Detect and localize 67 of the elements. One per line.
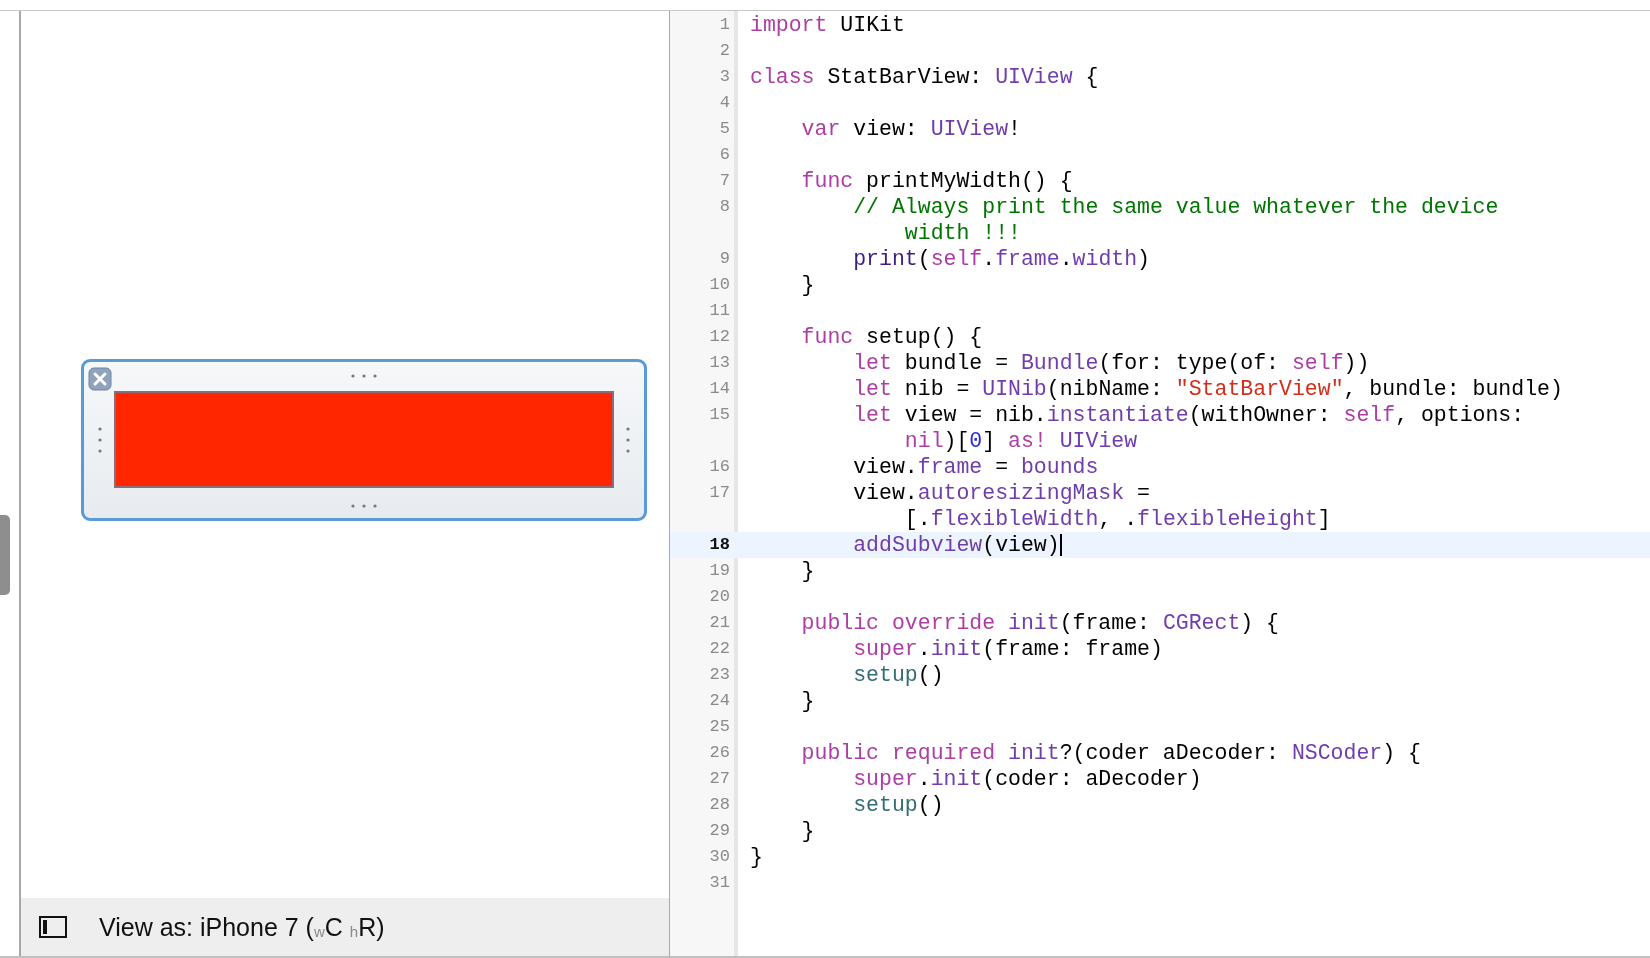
resize-handle-icon[interactable]	[351, 504, 377, 508]
view-frame[interactable]	[81, 359, 647, 521]
line-number: 28	[709, 795, 730, 814]
line-number: 7	[719, 171, 730, 190]
line-number: 12	[709, 327, 730, 346]
resize-handle-icon[interactable]	[626, 427, 630, 453]
line-number: 1	[719, 15, 730, 34]
line-number: 11	[709, 301, 730, 320]
code-line: class StatBarView: UIView {	[750, 64, 1099, 90]
code-line: func printMyWidth() {	[800, 168, 1073, 194]
line-number: 16	[709, 457, 730, 476]
code-line: [.flexibleWidth, .flexibleHeight]	[903, 506, 1331, 532]
line-number: 17	[709, 483, 730, 502]
code-line: // Always print the same value whatever the device	[852, 194, 1499, 220]
line-number: 9	[719, 249, 730, 268]
code-line: super.init(coder: aDecoder)	[852, 766, 1202, 792]
code-line: setup()	[852, 662, 944, 688]
code-line: print(self.frame.width)	[852, 246, 1150, 272]
code-line: func setup() {	[800, 324, 983, 350]
line-number: 31	[709, 873, 730, 892]
code-line: let view = nib.instantiate(withOwner: self, options:	[852, 402, 1525, 428]
line-number: 6	[719, 145, 730, 164]
line-number: 10	[709, 275, 730, 294]
line-number: 3	[719, 67, 730, 86]
code-line: var view: UIView!	[800, 116, 1021, 142]
line-number: 14	[709, 379, 730, 398]
code-line: }	[800, 688, 815, 714]
code-line: public override init(frame: CGRect) {	[800, 610, 1279, 636]
line-number: 4	[719, 93, 730, 112]
code-line: let bundle = Bundle(for: type(of: self))	[852, 350, 1370, 376]
code-line: view.autoresizingMask =	[852, 480, 1150, 506]
code-line: nil)[0] as! UIView	[903, 428, 1138, 454]
code-line: }	[800, 272, 815, 298]
code-line: let nib = UINib(nibName: "StatBarView", bundle: bundle)	[852, 376, 1563, 402]
code-line: }	[750, 844, 763, 870]
line-number: 23	[709, 665, 730, 684]
text-cursor	[1059, 534, 1062, 556]
code-line: }	[800, 818, 815, 844]
line-number: 27	[709, 769, 730, 788]
code-line: setup()	[852, 792, 944, 818]
line-number: 15	[709, 405, 730, 424]
line-number: 8	[719, 197, 730, 216]
line-number: 2	[719, 41, 730, 60]
line-number: 22	[709, 639, 730, 658]
sidebar-toggle-icon[interactable]	[39, 916, 67, 938]
line-number: 18	[709, 535, 730, 554]
code-line: view.frame = bounds	[852, 454, 1099, 480]
line-number: 5	[719, 119, 730, 138]
line-number: 26	[709, 743, 730, 762]
code-line: super.init(frame: frame)	[852, 636, 1163, 662]
scroll-handle[interactable]	[0, 515, 10, 595]
code-line: import UIKit	[750, 12, 905, 38]
line-number: 19	[709, 561, 730, 580]
code-line: width !!!	[903, 220, 1021, 246]
resize-handle-icon[interactable]	[98, 427, 102, 453]
line-number: 24	[709, 691, 730, 710]
line-number: 30	[709, 847, 730, 866]
code-line: }	[800, 558, 815, 584]
close-icon[interactable]	[88, 367, 112, 391]
resize-handle-icon[interactable]	[351, 374, 377, 378]
line-number: 21	[709, 613, 730, 632]
line-number: 29	[709, 821, 730, 840]
line-number: 20	[709, 587, 730, 606]
code-line: public required init?(coder aDecoder: NSCoder) {	[800, 740, 1421, 766]
line-number: 13	[709, 353, 730, 372]
line-number: 25	[709, 717, 730, 736]
code-line: addSubview(view)	[852, 532, 1060, 558]
